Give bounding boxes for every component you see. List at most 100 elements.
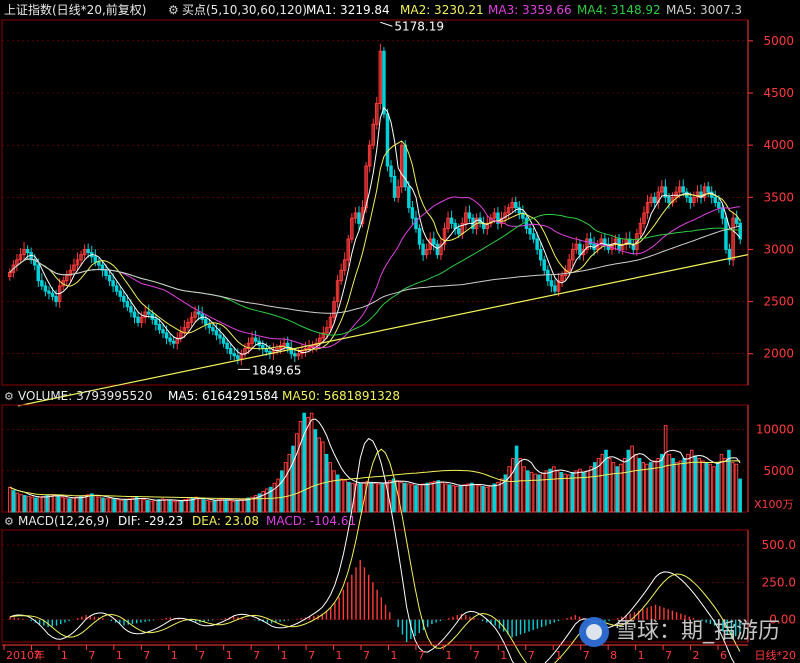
volume-bar bbox=[34, 497, 38, 513]
volume-bar bbox=[63, 497, 68, 513]
volume-gear-icon[interactable]: ⚙ bbox=[4, 390, 14, 403]
price-tick-label: 4000 bbox=[763, 138, 794, 152]
volume-bar bbox=[52, 495, 57, 513]
volume-bar bbox=[548, 468, 552, 513]
volume-bar bbox=[283, 462, 288, 513]
volume-bar bbox=[332, 470, 336, 513]
volume-bar bbox=[470, 482, 474, 513]
candle-body bbox=[513, 202, 518, 209]
volume-bar bbox=[287, 453, 292, 513]
volume-bar bbox=[678, 460, 683, 513]
volume-bar bbox=[391, 478, 396, 513]
candle-body bbox=[724, 217, 728, 250]
volume-bar bbox=[131, 497, 135, 513]
candle-body bbox=[171, 340, 176, 344]
volume-bar bbox=[49, 494, 53, 513]
watermark-text: 雪球：期_指游历 bbox=[614, 619, 780, 644]
volume-bar bbox=[704, 462, 709, 513]
volume-bar bbox=[317, 437, 321, 513]
volume-bar bbox=[78, 495, 83, 513]
macd-gear-icon[interactable]: ⚙ bbox=[4, 515, 14, 528]
candle-body bbox=[221, 337, 226, 344]
volume-bar bbox=[566, 474, 571, 513]
xueqiu-logo-icon bbox=[578, 617, 609, 647]
settings-gear-icon[interactable]: ⚙ bbox=[168, 3, 179, 17]
volume-bar bbox=[648, 462, 653, 513]
volume-bar bbox=[552, 466, 556, 513]
candle-body bbox=[136, 316, 140, 323]
candle-body bbox=[417, 228, 422, 245]
volume-bar bbox=[67, 498, 72, 513]
volume-bar bbox=[164, 499, 169, 513]
volume-bar bbox=[410, 484, 415, 513]
volume-bar bbox=[37, 496, 42, 513]
price-tick-label: 3500 bbox=[763, 190, 794, 204]
volume-bar bbox=[443, 483, 448, 513]
x-tick-label: 7 bbox=[473, 649, 480, 662]
price-tick-label: 5000 bbox=[763, 34, 794, 48]
candle-body bbox=[432, 238, 436, 245]
volume-bar bbox=[160, 498, 165, 513]
volume-bar bbox=[406, 483, 411, 513]
volume-unit-label: X100万 bbox=[754, 498, 794, 511]
volume-bar bbox=[175, 500, 180, 513]
volume-bar bbox=[373, 482, 377, 513]
x-tick-label: 7 bbox=[528, 649, 535, 662]
volume-bar bbox=[224, 499, 228, 513]
x-tick-label: 7 bbox=[33, 649, 40, 662]
stock-chart[interactable]: 上证指数(日线*20,前复权) ⚙ 买点(5,10,30,60,120) MA1… bbox=[0, 0, 800, 663]
volume-bar bbox=[90, 493, 94, 513]
x-tick-label: 1 bbox=[171, 649, 178, 662]
volume-bar bbox=[302, 412, 307, 513]
volume-bar bbox=[123, 499, 128, 513]
x-tick-label: 7 bbox=[253, 649, 260, 662]
volume-ma50-readout: MA50: 5681891328 bbox=[282, 389, 400, 403]
candle-body bbox=[154, 318, 158, 326]
candle-body bbox=[389, 165, 393, 177]
volume-bar bbox=[507, 466, 511, 513]
volume-bar bbox=[231, 500, 236, 513]
volume-bar bbox=[611, 462, 616, 513]
candle-body bbox=[681, 186, 685, 193]
volume-bar bbox=[674, 462, 679, 513]
volume-bar bbox=[19, 494, 23, 513]
candle-body bbox=[293, 353, 297, 357]
candle-body bbox=[40, 280, 44, 287]
candle-body bbox=[118, 290, 122, 297]
candle-body bbox=[114, 285, 119, 292]
volume-bar bbox=[660, 453, 664, 513]
volume-bar bbox=[622, 458, 627, 513]
x-tick-label: 7 bbox=[308, 649, 315, 662]
candle-body bbox=[97, 261, 101, 266]
candle-body bbox=[553, 285, 557, 292]
volume-bar bbox=[26, 495, 31, 513]
volume-bar bbox=[455, 485, 459, 513]
trough-label: 1849.65 bbox=[252, 363, 302, 377]
price-header: 上证指数(日线*20,前复权) ⚙ 买点(5,10,30,60,120) MA1… bbox=[4, 2, 742, 17]
candle-body bbox=[93, 256, 98, 263]
candle-body bbox=[204, 318, 208, 326]
volume-tick-label: 10000 bbox=[756, 423, 794, 437]
candle-body bbox=[43, 285, 48, 292]
volume-bar bbox=[56, 495, 61, 513]
x-tick-label: 1 bbox=[226, 649, 233, 662]
candle-body bbox=[456, 228, 461, 235]
volume-bar bbox=[309, 412, 314, 513]
volume-bar bbox=[466, 483, 470, 513]
ma4-readout: MA4: 3148.92 bbox=[577, 3, 661, 17]
volume-bar bbox=[481, 485, 485, 513]
x-axis: 2010年7 1 7 1 7 1 7 1 7 1 7 1 7 1 7 1 7 1 7 1 7 8 1 7 2 6 日线*20 bbox=[2, 644, 796, 662]
x-tick-label: 7 bbox=[363, 649, 370, 662]
candle-body bbox=[467, 212, 472, 219]
chart-title: 上证指数(日线*20,前复权) bbox=[4, 2, 146, 17]
volume-bar bbox=[86, 494, 90, 513]
volume-bar bbox=[142, 499, 146, 513]
ma2-readout: MA2: 3230.21 bbox=[400, 3, 484, 17]
volume-bar bbox=[45, 495, 49, 513]
candle-body bbox=[125, 301, 130, 308]
volume-bar bbox=[496, 481, 500, 513]
candle-body bbox=[713, 196, 718, 204]
volume-bar bbox=[403, 482, 407, 513]
volume-bar bbox=[60, 496, 64, 513]
candle-body bbox=[531, 233, 536, 240]
